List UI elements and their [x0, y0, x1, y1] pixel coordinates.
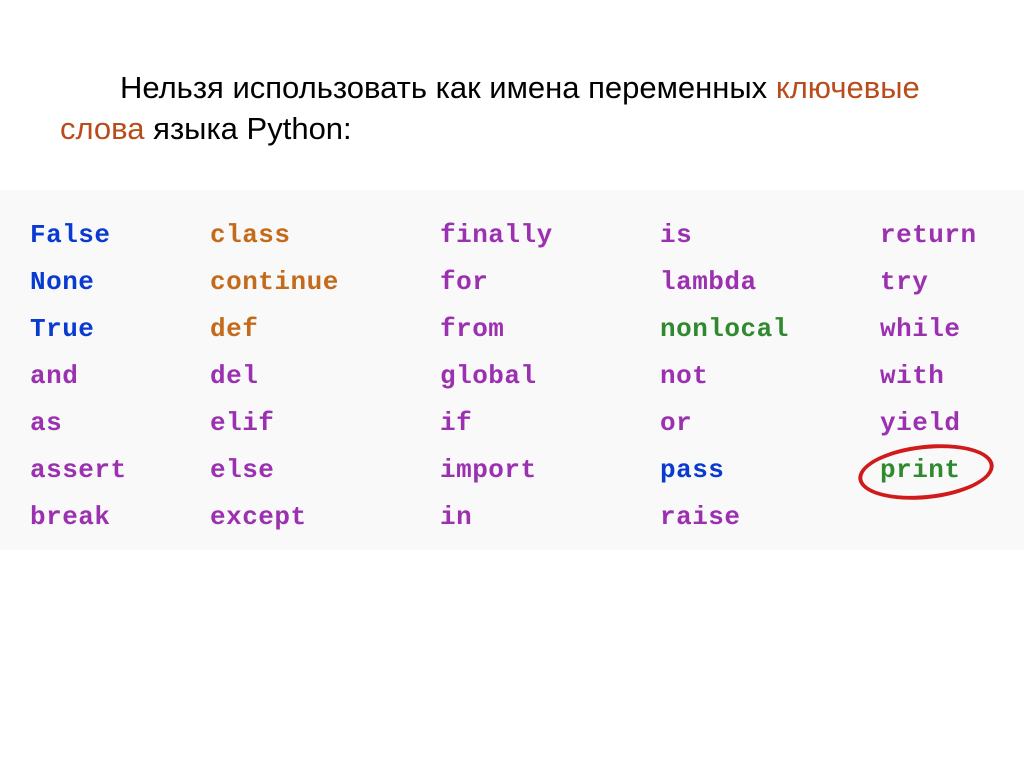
keyword-assert: assert: [30, 455, 127, 485]
keyword-nonlocal: nonlocal: [660, 314, 789, 344]
keyword-del: del: [210, 361, 258, 391]
keyword-false: False: [30, 220, 111, 250]
keyword-or: or: [660, 408, 692, 438]
keyword-while: while: [880, 314, 961, 344]
keyword-true: True: [30, 314, 94, 344]
keyword-and: and: [30, 361, 78, 391]
keyword-global: global: [440, 361, 537, 391]
keyword-in: in: [440, 502, 472, 532]
keyword-class: class: [210, 220, 291, 250]
keywords-panel: False None True and as assert break class contin…: [0, 190, 1024, 550]
keyword-print: print: [880, 455, 961, 485]
slide: Нельзя использовать как имена переменных…: [0, 0, 1024, 767]
keyword-continue: continue: [210, 267, 339, 297]
keyword-finally: finally: [440, 220, 553, 250]
keyword-for: for: [440, 267, 488, 297]
keyword-raise: raise: [660, 502, 741, 532]
keyword-except: except: [210, 502, 307, 532]
intro-part2: языка Python:: [145, 111, 352, 146]
keyword-from: from: [440, 314, 504, 344]
keyword-try: try: [880, 267, 928, 297]
keyword-with: with: [880, 361, 944, 391]
keyword-pass: pass: [660, 455, 724, 485]
keyword-is: is: [660, 220, 692, 250]
keyword-def: def: [210, 314, 258, 344]
keyword-none: None: [30, 267, 94, 297]
keyword-yield: yield: [880, 408, 961, 438]
intro-part1: Нельзя использовать как имена переменных: [120, 70, 776, 105]
intro-text: Нельзя использовать как имена переменных…: [60, 68, 960, 150]
keyword-if: if: [440, 408, 472, 438]
keyword-as: as: [30, 408, 62, 438]
keyword-else: else: [210, 455, 274, 485]
keyword-not: not: [660, 361, 708, 391]
keyword-lambda: lambda: [660, 267, 757, 297]
keyword-import: import: [440, 455, 537, 485]
keyword-break: break: [30, 502, 111, 532]
keyword-elif: elif: [210, 408, 274, 438]
keyword-return: return: [880, 220, 977, 250]
